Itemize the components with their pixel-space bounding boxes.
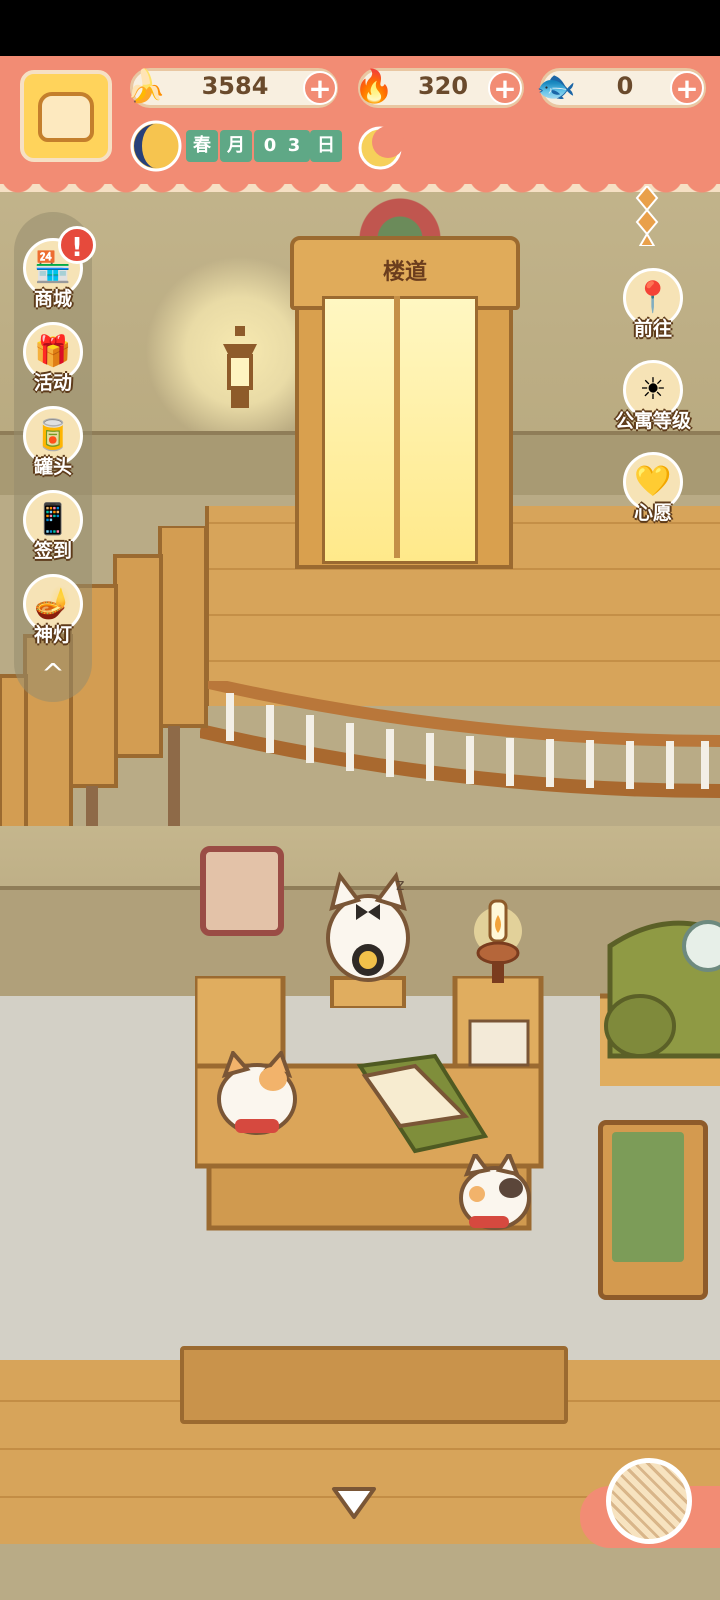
can-button[interactable]: 🥫 罐头 xyxy=(16,406,90,480)
banana-icon: 🍌 xyxy=(126,67,166,105)
wish-button[interactable]: 💛 心愿 xyxy=(608,452,698,532)
can-label: 罐头 xyxy=(33,456,72,478)
wall-lamp-icon xyxy=(223,326,257,408)
add-flame-button[interactable]: + xyxy=(488,71,522,105)
notice-board[interactable] xyxy=(200,846,284,936)
date-month-label: 月 xyxy=(220,130,252,162)
blue-flame-icon: 🔥 xyxy=(354,67,394,105)
go-to-button[interactable]: 📍 前往 xyxy=(608,268,698,348)
add-fish-button[interactable]: + xyxy=(670,71,704,105)
scroll-down-arrow-icon[interactable] xyxy=(330,1485,378,1521)
entrance-step xyxy=(180,1346,568,1424)
checkin-label: 签到 xyxy=(33,540,72,562)
magic-lamp-label: 神灯 xyxy=(33,624,72,646)
fish-icon: 🐟 xyxy=(536,67,576,105)
date-day-digit-2: 3 xyxy=(278,130,310,162)
day-night-clock-icon xyxy=(130,120,182,172)
banana-value: 3584 xyxy=(201,72,269,100)
flame-value: 320 xyxy=(417,72,469,100)
checkin-button[interactable]: 📱 签到 xyxy=(16,490,90,564)
apartment-level-label: 公寓等级 xyxy=(614,410,691,432)
calico-cat[interactable] xyxy=(455,1154,535,1232)
oil-lamp-icon xyxy=(474,899,522,983)
shop-alert-badge: ! xyxy=(58,226,96,264)
moon-icon[interactable] xyxy=(356,122,404,170)
event-button[interactable]: 🎁 活动 xyxy=(16,322,90,396)
magic-lamp-button[interactable]: 🪔 神灯 xyxy=(16,574,90,648)
door-divider xyxy=(394,296,400,558)
green-armchair[interactable] xyxy=(600,906,720,1086)
orange-cat[interactable] xyxy=(215,1051,300,1136)
balcony-railing xyxy=(200,681,720,798)
yarn-ball-button[interactable] xyxy=(606,1458,692,1544)
go-to-label: 前往 xyxy=(633,318,672,340)
sleeping-cat[interactable]: z xyxy=(318,868,418,1008)
svg-text:z: z xyxy=(396,875,404,894)
date-day-label: 日 xyxy=(310,130,342,162)
collapse-menu-button[interactable]: ^ xyxy=(36,660,70,688)
add-banana-button[interactable]: + xyxy=(303,71,337,105)
foosball-field xyxy=(612,1132,684,1262)
hallway-door[interactable] xyxy=(322,296,478,564)
date-season: 春 xyxy=(186,130,218,162)
apartment-level-button[interactable]: ☀ 公寓等级 xyxy=(608,360,698,440)
ribbon-ornament-icon xyxy=(635,186,659,246)
event-label: 活动 xyxy=(33,372,72,394)
wish-label: 心愿 xyxy=(633,502,672,524)
top-bar-scallop xyxy=(0,176,720,194)
avatar-cat-icon xyxy=(38,92,94,142)
hallway-door-label: 楼道 xyxy=(382,260,427,285)
shop-label: 商城 xyxy=(33,288,72,310)
fish-value: 0 xyxy=(616,72,634,100)
status-bar xyxy=(0,0,720,56)
